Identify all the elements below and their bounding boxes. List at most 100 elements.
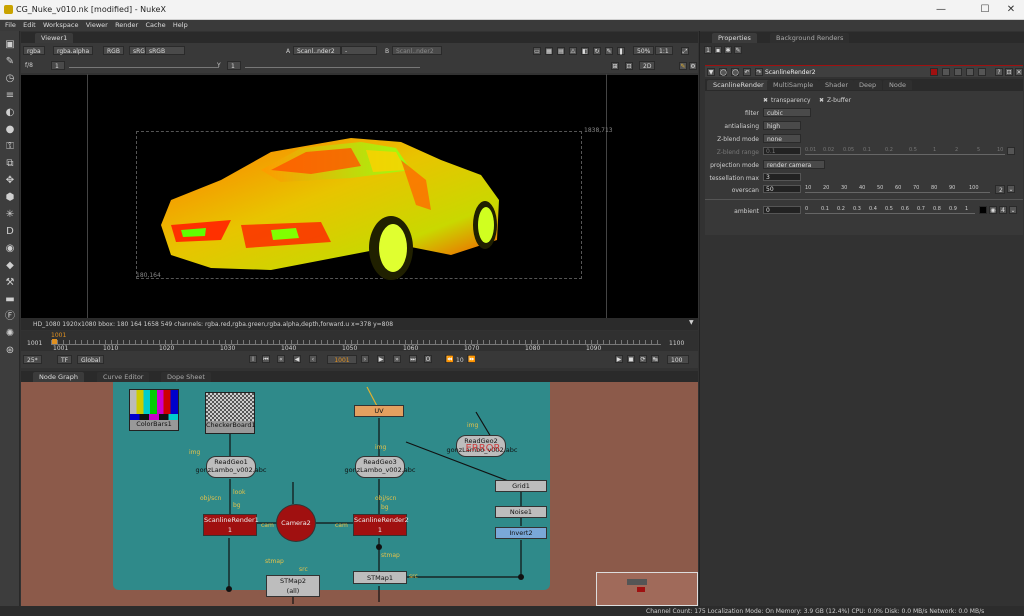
camera-node[interactable]: Camera2 <box>276 504 316 542</box>
paint-icon[interactable]: ✎ <box>605 47 613 55</box>
channel-icon[interactable]: ≡ <box>4 90 16 102</box>
menu-edit[interactable]: Edit <box>23 20 36 31</box>
color-icon[interactable]: ◐ <box>4 107 16 119</box>
float-icon[interactable]: ✱ <box>724 46 732 54</box>
invert-node[interactable]: Invert2 <box>495 527 547 539</box>
tab-shader[interactable]: Shader <box>819 80 855 90</box>
step-value[interactable]: 10 <box>456 357 464 364</box>
next-key-icon[interactable]: » <box>393 355 401 363</box>
redo-icon[interactable]: ↷ <box>755 68 763 76</box>
roi-icon[interactable]: ▭ <box>533 47 541 55</box>
transparency-checkbox[interactable]: ✖ <box>763 97 768 104</box>
image-icon[interactable]: ▣ <box>4 39 16 51</box>
tf-dropdown[interactable]: TF <box>57 355 73 364</box>
alpha-channel-dropdown[interactable]: rgba.alpha <box>53 46 94 55</box>
info-menu-icon[interactable]: ▼ <box>689 319 694 326</box>
bounce-icon[interactable]: ↹ <box>651 355 659 363</box>
overscan-slider[interactable]: 10 20 30 40 50 60 70 80 90 100 <box>805 185 990 193</box>
overscan-expand-icon[interactable]: ⌄ <box>1007 185 1015 193</box>
tab-background-renders[interactable]: Background Renders <box>770 33 850 43</box>
close-button[interactable]: ✕ <box>1000 3 1022 17</box>
tile-color-icon[interactable] <box>954 68 962 76</box>
views-icon[interactable]: ◉ <box>4 243 16 255</box>
float-panel-icon[interactable]: ⊡ <box>1005 68 1013 76</box>
zblend-range-slider[interactable]: 0.01 0.02 0.05 0.1 0.2 0.5 1 2 5 10 <box>805 147 1005 155</box>
node-icon[interactable]: ◯ <box>719 68 727 76</box>
ambient-color-swatch[interactable] <box>979 206 987 214</box>
max-panels-field[interactable]: 1 <box>704 46 712 54</box>
3d-icon[interactable]: ⬢ <box>4 192 16 204</box>
lock-icon[interactable]: ▪ <box>714 46 722 54</box>
channels-dropdown[interactable]: rgba <box>23 46 45 55</box>
undo-icon[interactable]: ↶ <box>743 68 751 76</box>
display-channels-dropdown[interactable]: RGB <box>103 46 124 55</box>
stmap1-node[interactable]: STMap1 <box>353 571 407 584</box>
viewer-tool-icon[interactable]: ✎ <box>679 62 687 70</box>
menu-render[interactable]: Render <box>115 20 138 31</box>
tab-scanlinerender[interactable]: ScanlineRender <box>707 80 770 90</box>
grid-node[interactable]: Grid1 <box>495 480 547 492</box>
zoom-fit-icon[interactable]: ⤢ <box>681 47 689 55</box>
metadata-icon[interactable]: ◆ <box>4 260 16 272</box>
refresh-icon[interactable]: ↻ <box>593 47 601 55</box>
loop-icon[interactable]: ⟳ <box>639 355 647 363</box>
filter-dropdown[interactable]: cubic <box>763 108 811 117</box>
timeline[interactable]: 1001 1001 1001 1010 1020 1030 1040 1050 … <box>21 331 698 352</box>
presets-icon[interactable] <box>966 68 974 76</box>
region-icon[interactable]: ▤ <box>557 47 565 55</box>
ambient-field[interactable]: 0 <box>763 206 801 214</box>
in-point-icon[interactable]: I <box>249 355 257 363</box>
ambient-expand-icon[interactable]: ⌄ <box>1009 206 1017 214</box>
scanlinerender2-node[interactable]: ScanlineRender2 1 <box>353 514 409 536</box>
zoom-dropdown[interactable]: 50% <box>633 46 655 55</box>
next-frame-icon[interactable]: › <box>361 355 369 363</box>
noise-node[interactable]: Noise1 <box>495 506 547 518</box>
draw-icon[interactable]: ✎ <box>4 56 16 68</box>
tab-node-graph[interactable]: Node Graph <box>33 372 84 382</box>
stmap2-node[interactable]: STMap2 (all) <box>266 575 320 597</box>
prev-frame-icon[interactable]: ‹ <box>309 355 317 363</box>
menu-help[interactable]: Help <box>173 20 188 31</box>
fps-dropdown[interactable]: 25* <box>23 355 42 364</box>
menu-viewer[interactable]: Viewer <box>86 20 108 31</box>
deep-icon[interactable]: D <box>4 226 16 238</box>
fstop-button[interactable]: f/8 <box>25 62 33 69</box>
revert-icon[interactable] <box>978 68 986 76</box>
zblend-range-field[interactable]: 0.1 <box>763 147 801 155</box>
filter-icon[interactable]: ● <box>4 124 16 136</box>
keyer-icon[interactable]: ⚿ <box>4 141 16 153</box>
node-graph-canvas[interactable]: ColorBars1 CheckerBoard1 UV ReadGeo1 gon… <box>21 382 698 606</box>
scanlinerender1-node[interactable]: ScanlineRender1 1 <box>203 514 259 536</box>
menu-workspace[interactable]: Workspace <box>43 20 79 31</box>
overscan-field[interactable]: 50 <box>763 185 801 193</box>
compare-op-dropdown[interactable]: - <box>341 46 377 55</box>
step-forward-icon[interactable]: ⏩ <box>467 355 475 363</box>
cache-icon[interactable]: ◼ <box>627 355 635 363</box>
proxy-icon[interactable]: ⊞ <box>611 62 619 70</box>
close-panel-icon[interactable]: ✕ <box>1015 68 1023 76</box>
tab-multisample[interactable]: MultiSample <box>767 80 820 90</box>
minimize-button[interactable]: — <box>930 3 952 17</box>
collapse-icon[interactable]: ▼ <box>707 68 715 76</box>
zblend-mode-dropdown[interactable]: none <box>763 134 801 143</box>
antialiasing-dropdown[interactable]: high <box>763 121 801 130</box>
clear-icon[interactable]: ✎ <box>734 46 742 54</box>
tab-dope-sheet[interactable]: Dope Sheet <box>161 372 211 382</box>
zbuffer-checkbox[interactable]: ✖ <box>819 97 824 104</box>
clipping-icon[interactable]: ▦ <box>545 47 553 55</box>
ambient-slider[interactable]: 0 0.1 0.2 0.3 0.4 0.5 0.6 0.7 0.8 0.9 1 <box>805 206 975 214</box>
help-icon[interactable]: ? <box>995 68 1003 76</box>
toolsets-icon[interactable]: ⚒ <box>4 277 16 289</box>
node-graph-minimap[interactable] <box>596 572 698 606</box>
end-frame-field[interactable]: 100 <box>667 355 689 364</box>
menu-cache[interactable]: Cache <box>145 20 165 31</box>
node-color-icon2[interactable] <box>942 68 950 76</box>
node-name[interactable]: ScanlineRender2 <box>765 69 816 76</box>
ocula-icon[interactable]: ✺ <box>4 328 16 340</box>
node-color-icon[interactable] <box>930 68 938 76</box>
scope-dropdown[interactable]: Global <box>77 355 105 364</box>
play-forward-icon[interactable]: ▶ <box>377 355 385 363</box>
other-icon[interactable]: ▬ <box>4 294 16 306</box>
step-back-icon[interactable]: ⏪ <box>445 355 453 363</box>
viewer-canvas[interactable]: 1838,713 180,164 <box>21 74 698 319</box>
